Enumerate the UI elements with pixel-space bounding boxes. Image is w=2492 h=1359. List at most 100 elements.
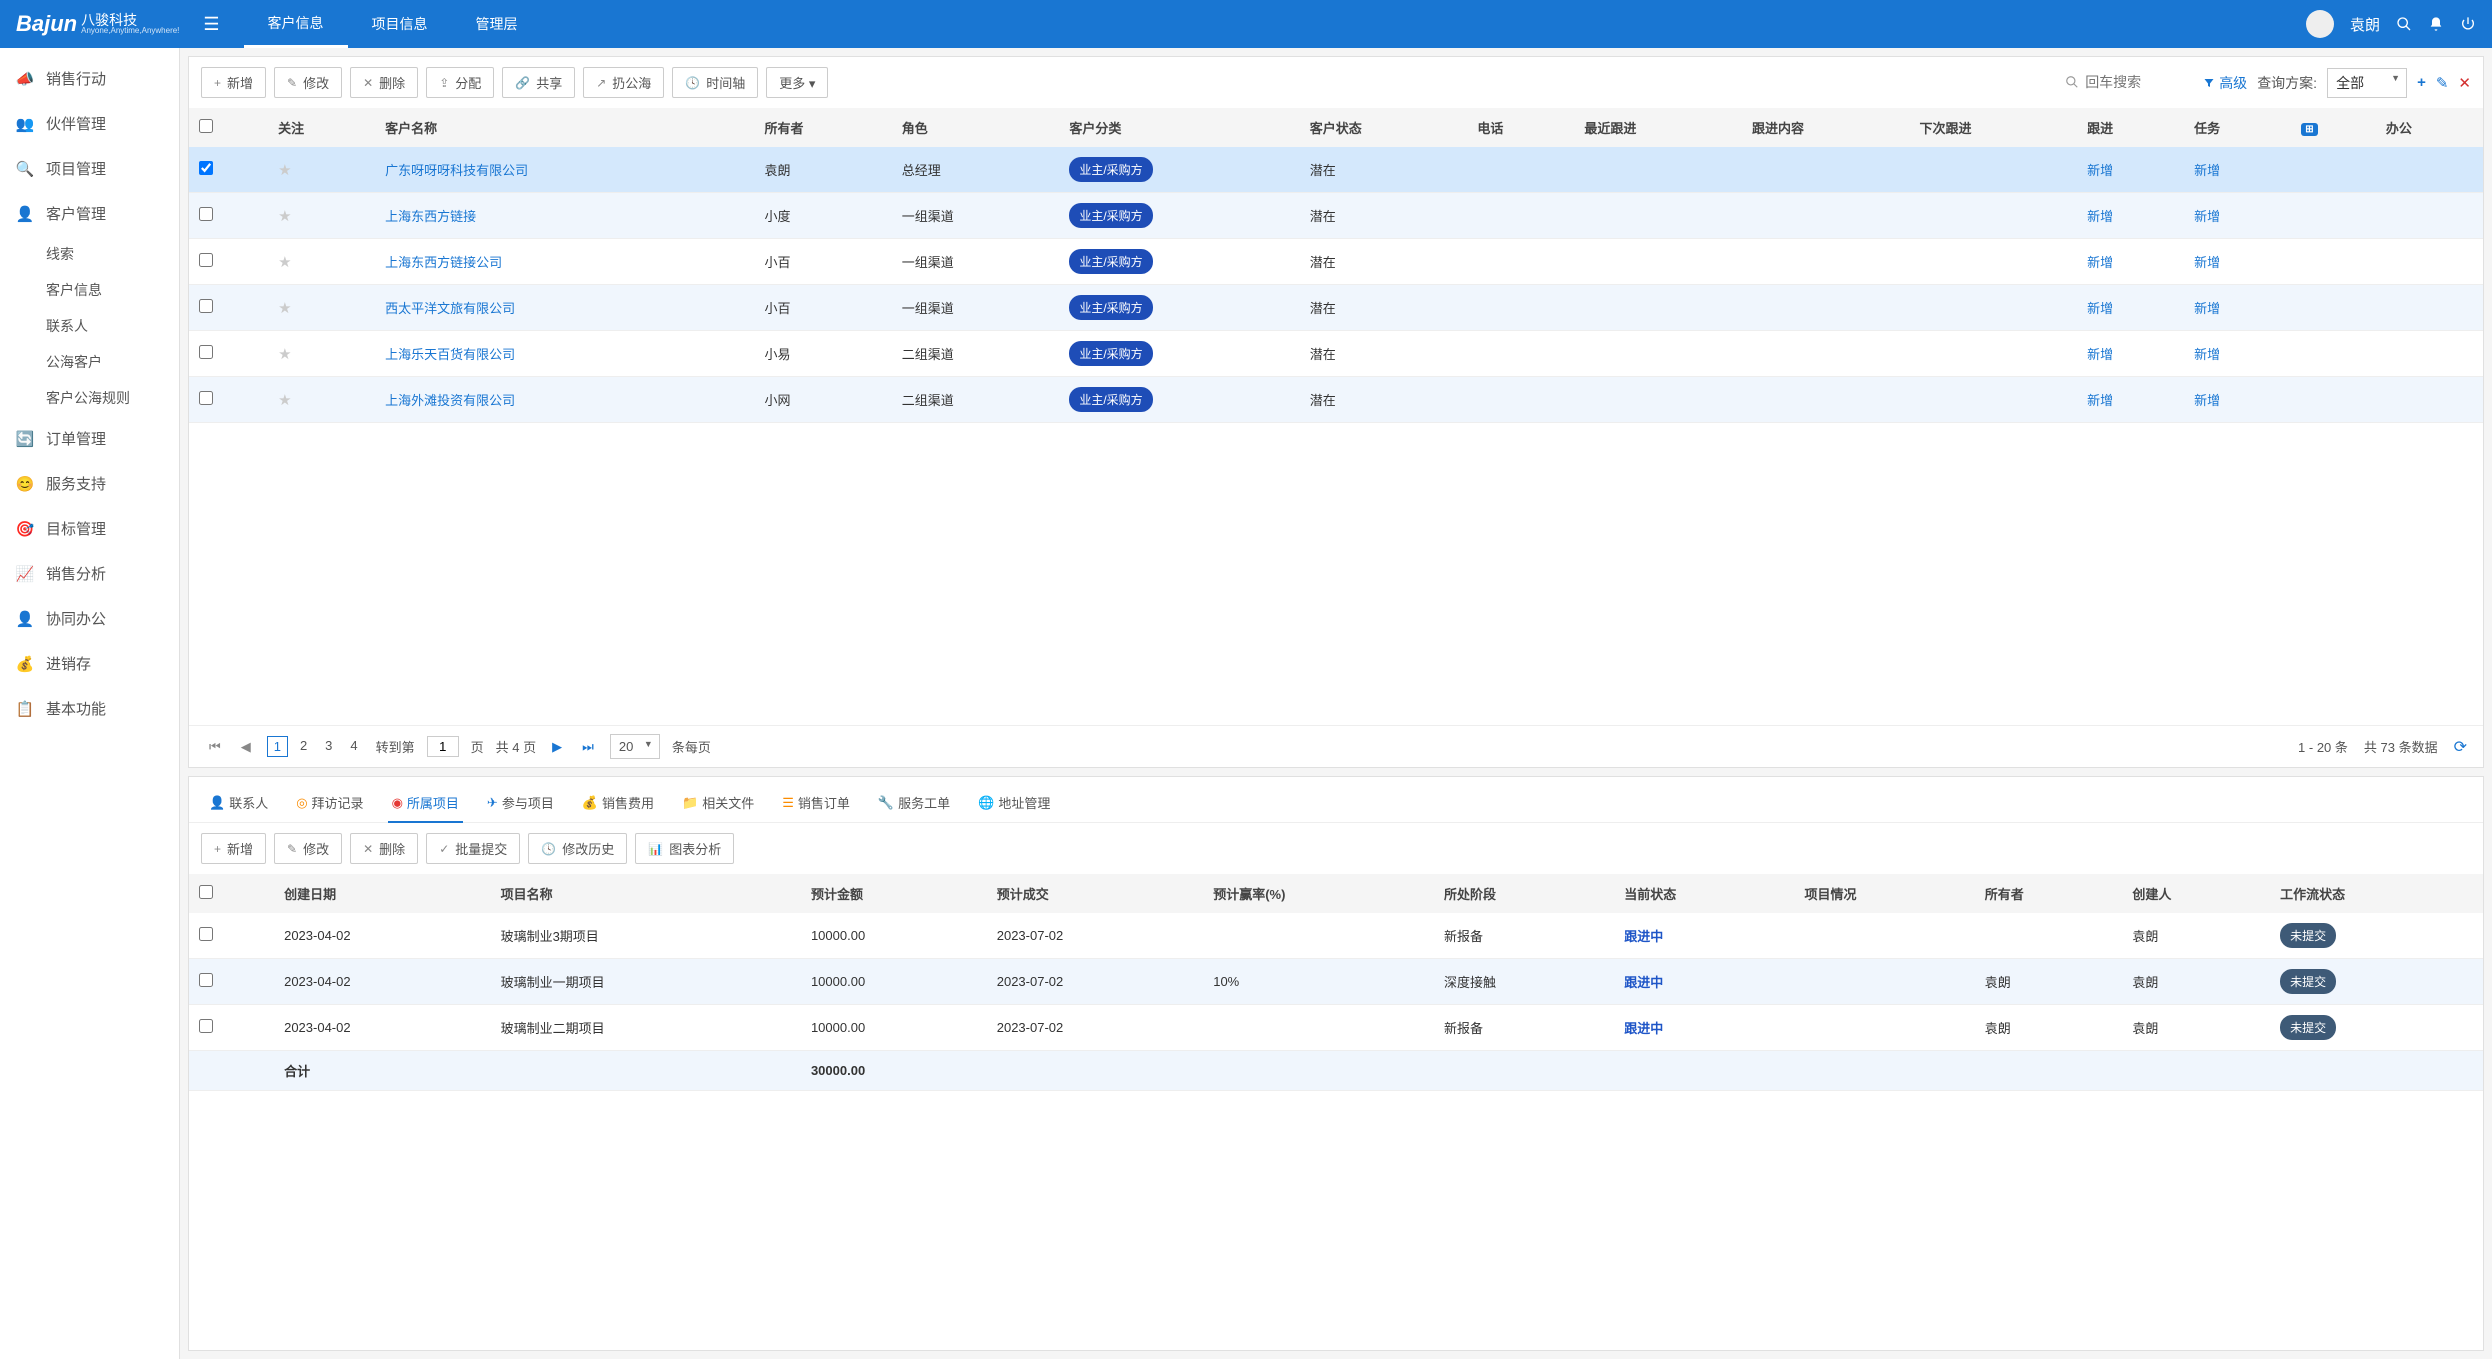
sidebar-sub-item[interactable]: 线索 bbox=[0, 236, 179, 272]
bell-icon[interactable] bbox=[2428, 16, 2444, 32]
table-row[interactable]: ★上海东西方链接小度一组渠道业主/采购方潜在新增新增 bbox=[189, 193, 2483, 239]
sidebar-item[interactable]: 🔄订单管理 bbox=[0, 416, 179, 461]
table-row[interactable]: 2023-04-02玻璃制业一期项目10000.002023-07-0210%深… bbox=[189, 959, 2483, 1005]
next-page-icon[interactable]: ▶ bbox=[548, 739, 566, 755]
customer-name-link[interactable]: 上海东西方链接 bbox=[385, 209, 476, 224]
star-icon[interactable]: ★ bbox=[278, 300, 291, 317]
column-header[interactable] bbox=[189, 108, 268, 147]
subtab[interactable]: 🌐地址管理 bbox=[974, 787, 1054, 822]
page-number[interactable]: 1 bbox=[267, 736, 288, 757]
page-number[interactable]: 4 bbox=[344, 736, 363, 757]
column-header[interactable]: 所有者 bbox=[754, 108, 891, 147]
column-header[interactable]: 跟进 bbox=[2077, 108, 2184, 147]
delete-scheme-icon[interactable]: ✕ bbox=[2458, 74, 2471, 92]
search-icon[interactable] bbox=[2396, 16, 2412, 32]
star-icon[interactable]: ★ bbox=[278, 162, 291, 179]
column-header[interactable]: 任务 bbox=[2184, 108, 2291, 147]
subtab[interactable]: 👤联系人 bbox=[205, 787, 272, 822]
row-checkbox[interactable] bbox=[199, 391, 213, 405]
column-header[interactable]: 预计成交 bbox=[987, 874, 1203, 913]
toolbar-button[interactable]: ⇪分配 bbox=[426, 67, 494, 98]
column-header[interactable]: 工作流状态 bbox=[2270, 874, 2483, 913]
sidebar-item[interactable]: 📣销售行动 bbox=[0, 56, 179, 101]
toolbar-button[interactable]: ✕删除 bbox=[350, 833, 418, 864]
toolbar-button[interactable]: ✎修改 bbox=[274, 833, 342, 864]
edit-scheme-icon[interactable]: ✎ bbox=[2436, 74, 2449, 92]
sidebar-sub-item[interactable]: 联系人 bbox=[0, 308, 179, 344]
page-size-select[interactable]: 20 bbox=[610, 734, 660, 759]
column-header[interactable]: 所处阶段 bbox=[1434, 874, 1614, 913]
star-icon[interactable]: ★ bbox=[278, 208, 291, 225]
toolbar-button[interactable]: 🕓时间轴 bbox=[672, 67, 758, 98]
row-checkbox[interactable] bbox=[199, 253, 213, 267]
row-checkbox[interactable] bbox=[199, 927, 213, 941]
column-header[interactable]: 创建人 bbox=[2122, 874, 2270, 913]
row-checkbox[interactable] bbox=[199, 345, 213, 359]
advanced-filter-link[interactable]: 高级 bbox=[2203, 73, 2247, 93]
toolbar-button[interactable]: 🔗共享 bbox=[502, 67, 575, 98]
sidebar-item[interactable]: 👤客户管理 bbox=[0, 191, 179, 236]
column-header[interactable]: 客户分类 bbox=[1059, 108, 1299, 147]
table-row[interactable]: 2023-04-02玻璃制业二期项目10000.002023-07-02新报备跟… bbox=[189, 1005, 2483, 1051]
row-checkbox[interactable] bbox=[199, 973, 213, 987]
star-icon[interactable]: ★ bbox=[278, 254, 291, 271]
sidebar-item[interactable]: 📋基本功能 bbox=[0, 686, 179, 731]
table-row[interactable]: 2023-04-02玻璃制业3期项目10000.002023-07-02新报备跟… bbox=[189, 913, 2483, 959]
column-header[interactable]: 当前状态 bbox=[1614, 874, 1794, 913]
task-link[interactable]: 新增 bbox=[2194, 209, 2220, 224]
row-checkbox[interactable] bbox=[199, 1019, 213, 1033]
column-header[interactable]: 项目名称 bbox=[491, 874, 801, 913]
customer-name-link[interactable]: 广东呀呀呀科技有限公司 bbox=[385, 163, 528, 178]
query-scheme-select[interactable]: 全部 bbox=[2327, 68, 2407, 98]
sidebar-item[interactable]: 📈销售分析 bbox=[0, 551, 179, 596]
column-header[interactable]: 创建日期 bbox=[274, 874, 490, 913]
column-header[interactable]: 办公 bbox=[2376, 108, 2483, 147]
subtab[interactable]: ☰销售订单 bbox=[778, 787, 854, 822]
task-link[interactable]: 新增 bbox=[2194, 163, 2220, 178]
menu-toggle-icon[interactable]: ☰ bbox=[203, 14, 219, 35]
subtab[interactable]: ✈参与项目 bbox=[483, 787, 558, 822]
prev-page-icon[interactable]: ◀ bbox=[237, 739, 255, 755]
select-all-checkbox[interactable] bbox=[199, 885, 213, 899]
follow-link[interactable]: 新增 bbox=[2087, 255, 2113, 270]
column-header[interactable]: 客户名称 bbox=[375, 108, 754, 147]
subtab[interactable]: 📁相关文件 bbox=[678, 787, 758, 822]
select-all-checkbox[interactable] bbox=[199, 119, 213, 133]
search-input[interactable] bbox=[2085, 74, 2185, 90]
task-link[interactable]: 新增 bbox=[2194, 393, 2220, 408]
sidebar-item[interactable]: 👥伙伴管理 bbox=[0, 101, 179, 146]
customer-name-link[interactable]: 上海东西方链接公司 bbox=[385, 255, 502, 270]
last-page-icon[interactable]: ⏭ bbox=[578, 739, 598, 755]
avatar[interactable] bbox=[2306, 10, 2334, 38]
table-row[interactable]: ★上海乐天百货有限公司小易二组渠道业主/采购方潜在新增新增 bbox=[189, 331, 2483, 377]
topnav-item[interactable]: 项目信息 bbox=[348, 0, 452, 48]
star-icon[interactable]: ★ bbox=[278, 346, 291, 363]
sidebar-sub-item[interactable]: 客户公海规则 bbox=[0, 380, 179, 416]
toolbar-button[interactable]: +新增 bbox=[201, 67, 266, 98]
column-header[interactable] bbox=[189, 874, 274, 913]
row-checkbox[interactable] bbox=[199, 207, 213, 221]
toolbar-button[interactable]: ✓批量提交 bbox=[426, 833, 520, 864]
power-icon[interactable] bbox=[2460, 16, 2476, 32]
column-header[interactable]: 跟进内容 bbox=[1742, 108, 1910, 147]
toolbar-button[interactable]: ✕删除 bbox=[350, 67, 418, 98]
follow-link[interactable]: 新增 bbox=[2087, 163, 2113, 178]
column-header[interactable]: 所有者 bbox=[1975, 874, 2123, 913]
subtab[interactable]: ◎拜访记录 bbox=[292, 787, 367, 822]
row-checkbox[interactable] bbox=[199, 299, 213, 313]
table-row[interactable]: ★广东呀呀呀科技有限公司袁朗总经理业主/采购方潜在新增新增 bbox=[189, 147, 2483, 193]
task-link[interactable]: 新增 bbox=[2194, 255, 2220, 270]
follow-link[interactable]: 新增 bbox=[2087, 209, 2113, 224]
column-header[interactable]: 客户状态 bbox=[1300, 108, 1468, 147]
task-link[interactable]: 新增 bbox=[2194, 347, 2220, 362]
sidebar-sub-item[interactable]: 客户信息 bbox=[0, 272, 179, 308]
refresh-icon[interactable]: ⟳ bbox=[2454, 737, 2467, 757]
sidebar-sub-item[interactable]: 公海客户 bbox=[0, 344, 179, 380]
search-box[interactable] bbox=[2057, 70, 2193, 95]
table-row[interactable]: ★上海东西方链接公司小百一组渠道业主/采购方潜在新增新增 bbox=[189, 239, 2483, 285]
goto-page-input[interactable] bbox=[427, 736, 459, 757]
page-number[interactable]: 3 bbox=[319, 736, 338, 757]
toolbar-button[interactable]: ↗扔公海 bbox=[583, 67, 664, 98]
topnav-item[interactable]: 管理层 bbox=[452, 0, 542, 48]
toolbar-button[interactable]: 📊图表分析 bbox=[635, 833, 734, 864]
